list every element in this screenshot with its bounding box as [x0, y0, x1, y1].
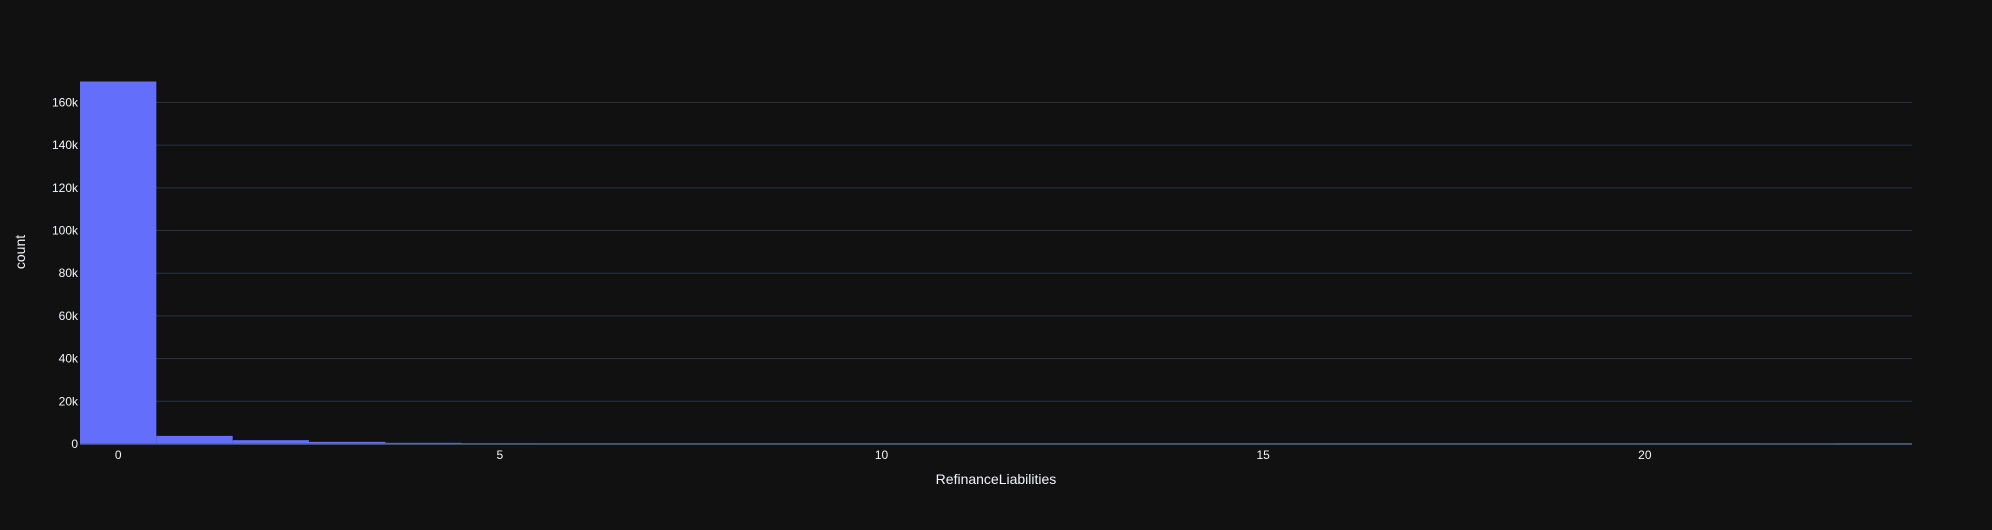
histogram-bar: [156, 435, 233, 444]
y-tick-label: 40k: [59, 352, 79, 366]
y-tick-label: 0: [71, 437, 78, 451]
x-tick-label: 0: [115, 448, 122, 462]
x-tick-label: 20: [1638, 448, 1652, 462]
y-tick-label: 100k: [52, 224, 79, 238]
y-axis-title: count: [12, 235, 28, 269]
histogram-chart: 0 20k 40k 60k 80k 100k 120k 140k 160k 0 5 10 15 20 Re…: [0, 0, 1992, 525]
chart-svg: 0 20k 40k 60k 80k 100k 120k 140k 160k 0 5 10 15 20 Re…: [0, 0, 1992, 525]
x-axis-title: RefinanceLiabilities: [936, 471, 1057, 487]
plot-background: [0, 0, 1992, 525]
x-tick-label: 15: [1256, 448, 1270, 462]
y-tick-label: 140k: [52, 138, 79, 152]
x-tick-label: 5: [496, 448, 503, 462]
x-tick-label: 10: [875, 448, 889, 462]
y-tick-label: 160k: [52, 95, 79, 109]
histogram-bar: [80, 81, 157, 444]
y-tick-label: 80k: [59, 266, 79, 280]
y-tick-label: 60k: [59, 309, 79, 323]
y-tick-label: 120k: [52, 181, 79, 195]
y-tick-label: 20k: [59, 394, 79, 408]
